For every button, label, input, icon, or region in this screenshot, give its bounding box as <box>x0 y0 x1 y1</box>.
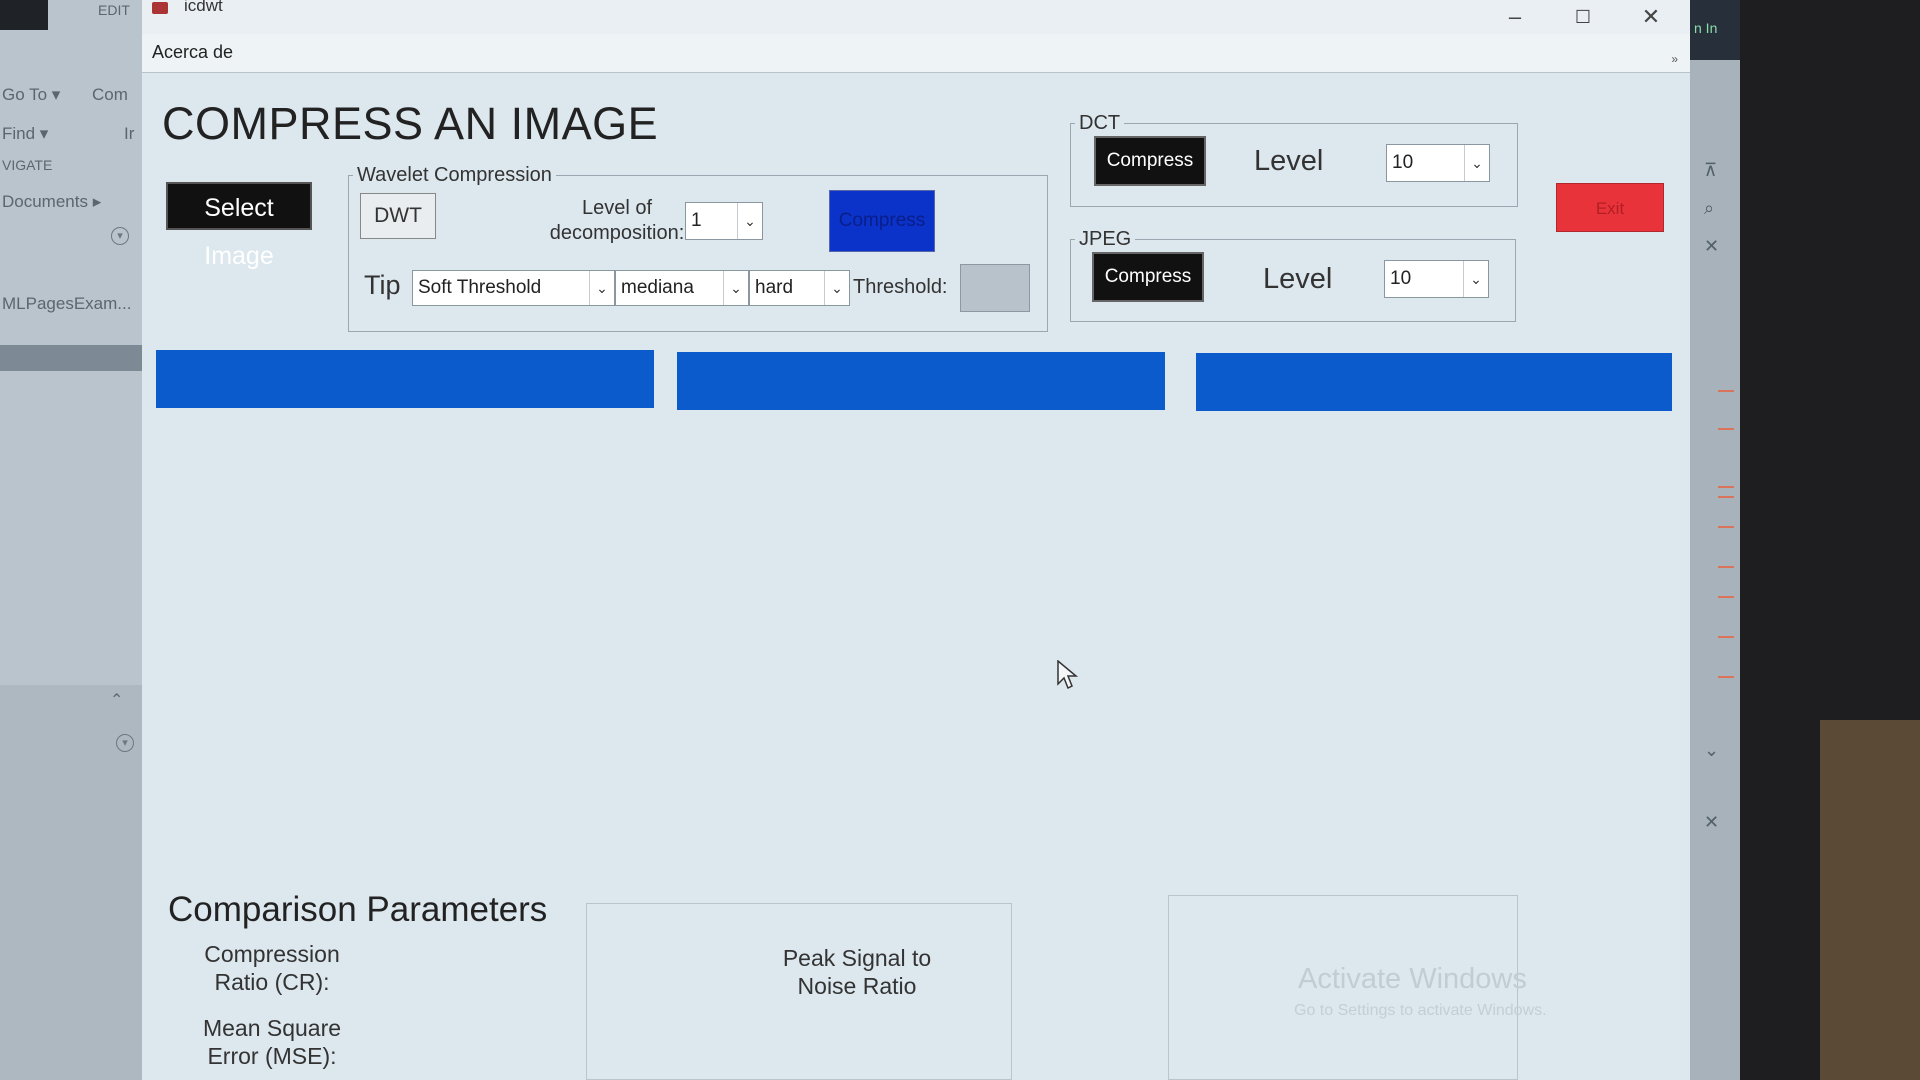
page-title: COMPRESS AN IMAGE <box>162 98 659 149</box>
comparison-title: Comparison Parameters <box>168 890 548 929</box>
compressed-image-panel <box>677 352 1165 410</box>
chevron-down-icon: ⌄ <box>737 203 762 239</box>
bg-close-icon-2: ✕ <box>1704 812 1720 832</box>
cr-label: Compression Ratio (CR): <box>164 940 380 996</box>
tip-label: Tip <box>364 270 401 300</box>
jpeg-legend: JPEG <box>1079 228 1132 250</box>
chevron-down-icon: ⌄ <box>824 271 849 305</box>
dct-compress-button[interactable]: Compress <box>1094 136 1206 186</box>
bg-circle-icon-2: ▾ <box>116 734 134 752</box>
original-image-panel <box>156 350 654 408</box>
background-ide-right: n In ⊼ ⌕ ✕ ⌄ ✕ <box>1690 0 1740 1080</box>
bg-selected-row <box>0 345 142 371</box>
bg-documents: Documents ▸ <box>2 192 102 211</box>
bg-goto: Go To ▾ <box>2 85 61 104</box>
bg-navigate: VIGATE <box>2 157 53 173</box>
psnr-result-box <box>586 903 1012 1080</box>
background-tab <box>0 0 48 30</box>
mse-label-line2: Error (MSE): <box>207 1043 337 1069</box>
bg-close-icon: ✕ <box>1704 236 1720 256</box>
app-icon <box>152 2 168 14</box>
bg-chevron-down-icon: ⌄ <box>1704 740 1720 760</box>
chevron-down-icon: ⌄ <box>1464 145 1489 181</box>
wavelet-compress-button[interactable]: Compress <box>829 190 935 252</box>
menu-bar: Acerca de » <box>142 34 1690 73</box>
bg-right-top: n In <box>1690 0 1740 60</box>
decomposition-level-value: 1 <box>691 210 702 231</box>
bg-marker <box>1718 486 1734 488</box>
wavelet-legend: Wavelet Compression <box>357 164 552 186</box>
bg-com: Com <box>92 85 128 104</box>
estimator-select[interactable]: mediana ⌄ <box>615 270 749 306</box>
bg-ir: Ir <box>124 124 135 143</box>
activate-windows-hint: Go to Settings to activate Windows. <box>1294 1002 1547 1019</box>
difference-image-panel <box>1196 353 1672 411</box>
bg-marker <box>1718 636 1734 638</box>
dct-legend: DCT <box>1079 112 1121 134</box>
background-desk-edge <box>1820 720 1920 1080</box>
select-image-button[interactable]: Select Image <box>166 182 312 270</box>
dct-level-select[interactable]: 10 ⌄ <box>1386 144 1490 182</box>
threshold-mode-value: hard <box>755 277 794 298</box>
dct-level-value: 10 <box>1392 152 1414 173</box>
bg-find: Find ▾ <box>2 124 49 143</box>
mse-label: Mean Square Error (MSE): <box>164 1014 380 1070</box>
bg-marker <box>1718 390 1734 392</box>
decomposition-level-select[interactable]: 1 ⌄ <box>685 202 763 240</box>
window-title: icdwt <box>184 0 223 15</box>
bg-circle-icon: ▾ <box>111 227 129 245</box>
mouse-cursor-icon <box>1057 660 1079 690</box>
estimator-value: mediana <box>621 277 694 298</box>
cr-label-line1: Compression <box>204 941 340 967</box>
jpeg-compress-button[interactable]: Compress <box>1092 252 1204 302</box>
maximize-button[interactable]: ☐ <box>1568 4 1598 30</box>
bg-marker <box>1718 596 1734 598</box>
bg-marker <box>1718 428 1734 430</box>
activate-windows-watermark: Activate Windows <box>1298 963 1527 995</box>
dwt-button[interactable]: DWT <box>360 193 436 239</box>
threshold-label: Threshold: <box>853 276 948 298</box>
mse-label-line1: Mean Square <box>202 1015 342 1041</box>
chevron-down-icon: ⌄ <box>723 271 748 305</box>
menu-chevron-icon: » <box>1671 52 1678 66</box>
wavelet-group: Wavelet Compression <box>348 164 1048 332</box>
threshold-input[interactable] <box>960 264 1030 312</box>
menu-acerca-de[interactable]: Acerca de <box>152 42 233 63</box>
bg-mlpages: MLPagesExam... <box>2 294 132 313</box>
app-window: icdwt – ☐ ✕ Acerca de » COMPRESS AN IMAG… <box>142 0 1690 1080</box>
bg-marker <box>1718 676 1734 678</box>
bg-search-icon: ⌕ <box>1704 198 1715 218</box>
threshold-type-value: Soft Threshold <box>418 277 542 298</box>
dct-level-label: Level <box>1254 145 1324 177</box>
exit-button[interactable]: Exit <box>1556 183 1664 232</box>
background-ide-left: EDIT Go To ▾ Com Find ▾ Ir VIGATE Docume… <box>0 0 142 1080</box>
title-bar: icdwt – ☐ ✕ <box>142 0 1690 34</box>
cr-label-line2: Ratio (CR): <box>214 969 330 995</box>
background-desk <box>1740 0 1920 1080</box>
bg-marker <box>1718 566 1734 568</box>
chevron-down-icon: ⌄ <box>589 271 614 305</box>
bg-menu-edit: EDIT <box>98 2 130 18</box>
jpeg-level-value: 10 <box>1390 268 1412 289</box>
minimize-button[interactable]: – <box>1500 4 1530 30</box>
close-button[interactable]: ✕ <box>1636 4 1666 30</box>
bg-pin-icon: ⊼ <box>1704 160 1718 180</box>
jpeg-level-select[interactable]: 10 ⌄ <box>1384 260 1489 298</box>
chevron-down-icon: ⌄ <box>1463 261 1488 297</box>
bg-chevron-up-icon: ⌃ <box>110 692 124 709</box>
jpeg-level-label: Level <box>1263 263 1333 295</box>
bg-marker <box>1718 496 1734 498</box>
threshold-type-select[interactable]: Soft Threshold ⌄ <box>412 270 615 306</box>
threshold-mode-select[interactable]: hard ⌄ <box>749 270 850 306</box>
bg-marker <box>1718 526 1734 528</box>
